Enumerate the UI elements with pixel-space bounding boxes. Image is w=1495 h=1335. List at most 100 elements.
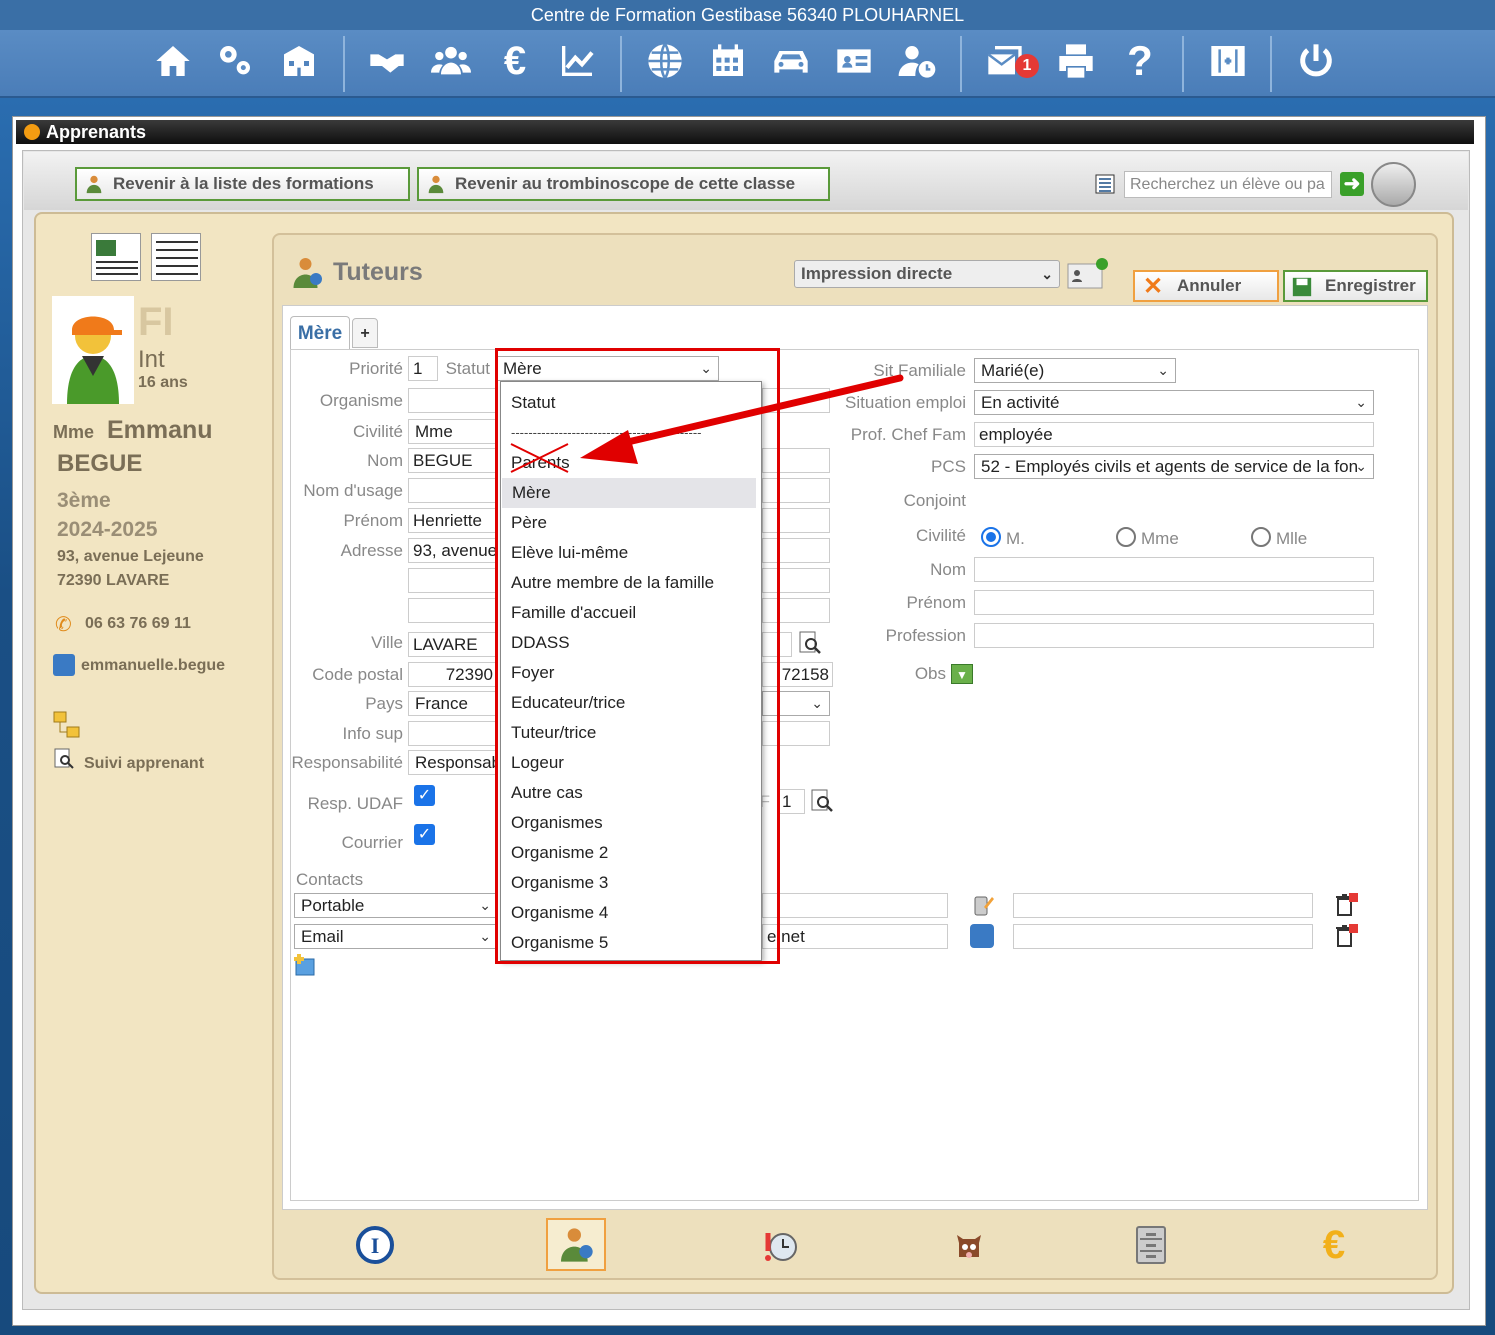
radio-m[interactable] bbox=[981, 527, 1001, 547]
lastname-input[interactable]: BEGUE bbox=[408, 448, 498, 473]
spouse-profession-label: Profession bbox=[885, 626, 966, 645]
help-icon[interactable]: ? bbox=[1117, 37, 1163, 84]
resp-udaf-checkbox[interactable]: ✓ bbox=[414, 785, 435, 806]
family-situation-select[interactable]: Marié(e) ⌄ bbox=[974, 358, 1176, 383]
back-to-formations-button[interactable]: Revenir à la liste des formations bbox=[75, 167, 410, 201]
spouse-lastname-input[interactable] bbox=[974, 557, 1374, 582]
contact-comment-input-1[interactable] bbox=[1013, 893, 1313, 918]
email-send-icon[interactable] bbox=[970, 924, 994, 948]
rss-icon bbox=[24, 124, 40, 140]
calendar-icon[interactable] bbox=[705, 38, 751, 84]
priority-input[interactable]: 1 bbox=[408, 356, 438, 381]
email-icon bbox=[53, 654, 75, 676]
status-label: Statut bbox=[445, 359, 490, 378]
mail-checkbox[interactable]: ✓ bbox=[414, 824, 435, 845]
tutors-tab-icon[interactable] bbox=[546, 1218, 606, 1271]
contact-value-input-1[interactable] bbox=[762, 893, 948, 918]
school-icon[interactable] bbox=[276, 38, 322, 84]
civility-select[interactable]: Mme bbox=[408, 419, 498, 444]
contact-comment-input-2[interactable] bbox=[1013, 924, 1313, 949]
city-input[interactable]: LAVARE bbox=[408, 632, 498, 657]
cancel-button[interactable]: ✕ Annuler bbox=[1133, 270, 1279, 302]
delete-contact-icon[interactable] bbox=[1335, 922, 1359, 948]
radio-mme[interactable] bbox=[1116, 527, 1136, 547]
usage-name-input[interactable] bbox=[408, 478, 498, 503]
student-email[interactable]: emmanuelle.begue bbox=[81, 657, 231, 675]
euro-tab-icon[interactable]: € bbox=[1305, 1220, 1363, 1270]
observations-label: Obs bbox=[914, 664, 946, 683]
pcs-select[interactable]: 52 - Employés civils et agents de servic… bbox=[974, 454, 1374, 479]
search-udaf-icon[interactable] bbox=[810, 789, 834, 813]
back-to-trombinoscope-button[interactable]: Revenir au trombinoscope de cette classe bbox=[417, 167, 830, 201]
info-sup-input[interactable] bbox=[408, 721, 498, 746]
postal-code-label: Code postal bbox=[312, 665, 403, 684]
contact-type-select-2[interactable]: Email ⌄ bbox=[294, 924, 498, 949]
add-contact-icon[interactable] bbox=[292, 953, 316, 977]
employment-select[interactable]: En activité ⌄ bbox=[974, 390, 1374, 415]
settings-icon[interactable] bbox=[212, 38, 258, 84]
hierarchy-icon[interactable] bbox=[53, 711, 81, 739]
address-line3-input[interactable] bbox=[408, 598, 498, 623]
radio-mlle[interactable] bbox=[1251, 527, 1271, 547]
student-sidebar: FI Int 16 ans Mme Emmanu BEGUE 3ème 2024… bbox=[38, 218, 270, 1288]
student-card-icon[interactable] bbox=[91, 233, 141, 281]
search-go-icon[interactable]: ➜ bbox=[1340, 172, 1364, 196]
tab-mere[interactable]: Mère bbox=[290, 316, 350, 350]
car-icon[interactable] bbox=[768, 38, 814, 84]
contacts-label: Contacts bbox=[296, 870, 364, 889]
chart-icon[interactable] bbox=[554, 38, 600, 84]
search-city-icon[interactable] bbox=[798, 631, 822, 655]
list-icon[interactable] bbox=[1093, 172, 1117, 196]
print-mode-select[interactable]: Impression directe ⌄ bbox=[794, 260, 1060, 288]
firstname-input[interactable]: Henriette bbox=[408, 508, 498, 533]
address-label: Adresse bbox=[340, 541, 403, 560]
contact-type-select-1[interactable]: Portable ⌄ bbox=[294, 893, 498, 918]
address-input[interactable]: 93, avenue bbox=[408, 538, 498, 563]
filing-cabinet-icon[interactable] bbox=[1122, 1220, 1180, 1270]
add-tab-button[interactable]: + bbox=[352, 318, 378, 348]
plus-square-icon[interactable] bbox=[1205, 38, 1251, 84]
expand-obs-icon[interactable]: ▼ bbox=[951, 664, 973, 684]
postal-code-input[interactable]: 72390 bbox=[408, 662, 498, 687]
save-button[interactable]: Enregistrer bbox=[1283, 270, 1428, 302]
head-profession-input[interactable]: employée bbox=[974, 422, 1374, 447]
address-line2-input[interactable] bbox=[408, 568, 498, 593]
nav-separator bbox=[343, 36, 345, 92]
id-card-icon[interactable] bbox=[831, 38, 877, 84]
print-card-icon[interactable] bbox=[1066, 256, 1110, 290]
power-icon[interactable] bbox=[1293, 38, 1339, 84]
spouse-firstname-input[interactable] bbox=[974, 590, 1374, 615]
user-clock-icon[interactable] bbox=[894, 38, 940, 84]
cow-icon[interactable] bbox=[940, 1220, 998, 1270]
info-icon[interactable]: I bbox=[346, 1220, 404, 1270]
spouse-profession-input[interactable] bbox=[974, 623, 1374, 648]
print-icon[interactable] bbox=[1053, 38, 1099, 84]
timer-alert-icon[interactable] bbox=[750, 1220, 808, 1270]
student-phone[interactable]: 06 63 76 69 11 bbox=[85, 615, 191, 633]
contact-value-input-2[interactable]: e.net bbox=[762, 924, 948, 949]
mail-label: Courrier bbox=[341, 833, 403, 852]
document-icon[interactable] bbox=[151, 233, 201, 281]
search-doc-icon bbox=[53, 748, 75, 770]
radio-mlle-label: Mlle bbox=[1276, 529, 1308, 548]
organism-input[interactable] bbox=[408, 388, 498, 413]
tutor-icon bbox=[86, 175, 102, 194]
spouse-label: Conjoint bbox=[903, 491, 966, 510]
responsibility-select[interactable]: Responsab bbox=[408, 750, 498, 775]
phone-edit-icon[interactable] bbox=[972, 893, 996, 917]
delete-contact-icon[interactable] bbox=[1335, 891, 1359, 917]
handshake-icon[interactable] bbox=[364, 38, 410, 84]
users-icon[interactable] bbox=[428, 38, 474, 84]
window-header: Apprenants bbox=[16, 120, 1474, 144]
globe-icon[interactable] bbox=[642, 38, 688, 84]
nav-separator bbox=[1182, 36, 1184, 92]
follow-student-link[interactable]: Suivi apprenant bbox=[84, 755, 204, 773]
euro-icon[interactable]: € bbox=[492, 38, 538, 84]
udaf-value-input[interactable]: 1 bbox=[777, 789, 805, 814]
home-icon[interactable] bbox=[150, 38, 196, 84]
country-label: Pays bbox=[365, 694, 403, 713]
save-icon bbox=[1292, 277, 1312, 297]
student-search-input[interactable]: Recherchez un élève ou pa bbox=[1124, 171, 1332, 198]
country-select[interactable]: France bbox=[408, 691, 498, 716]
gear-round-icon[interactable] bbox=[1371, 162, 1416, 207]
